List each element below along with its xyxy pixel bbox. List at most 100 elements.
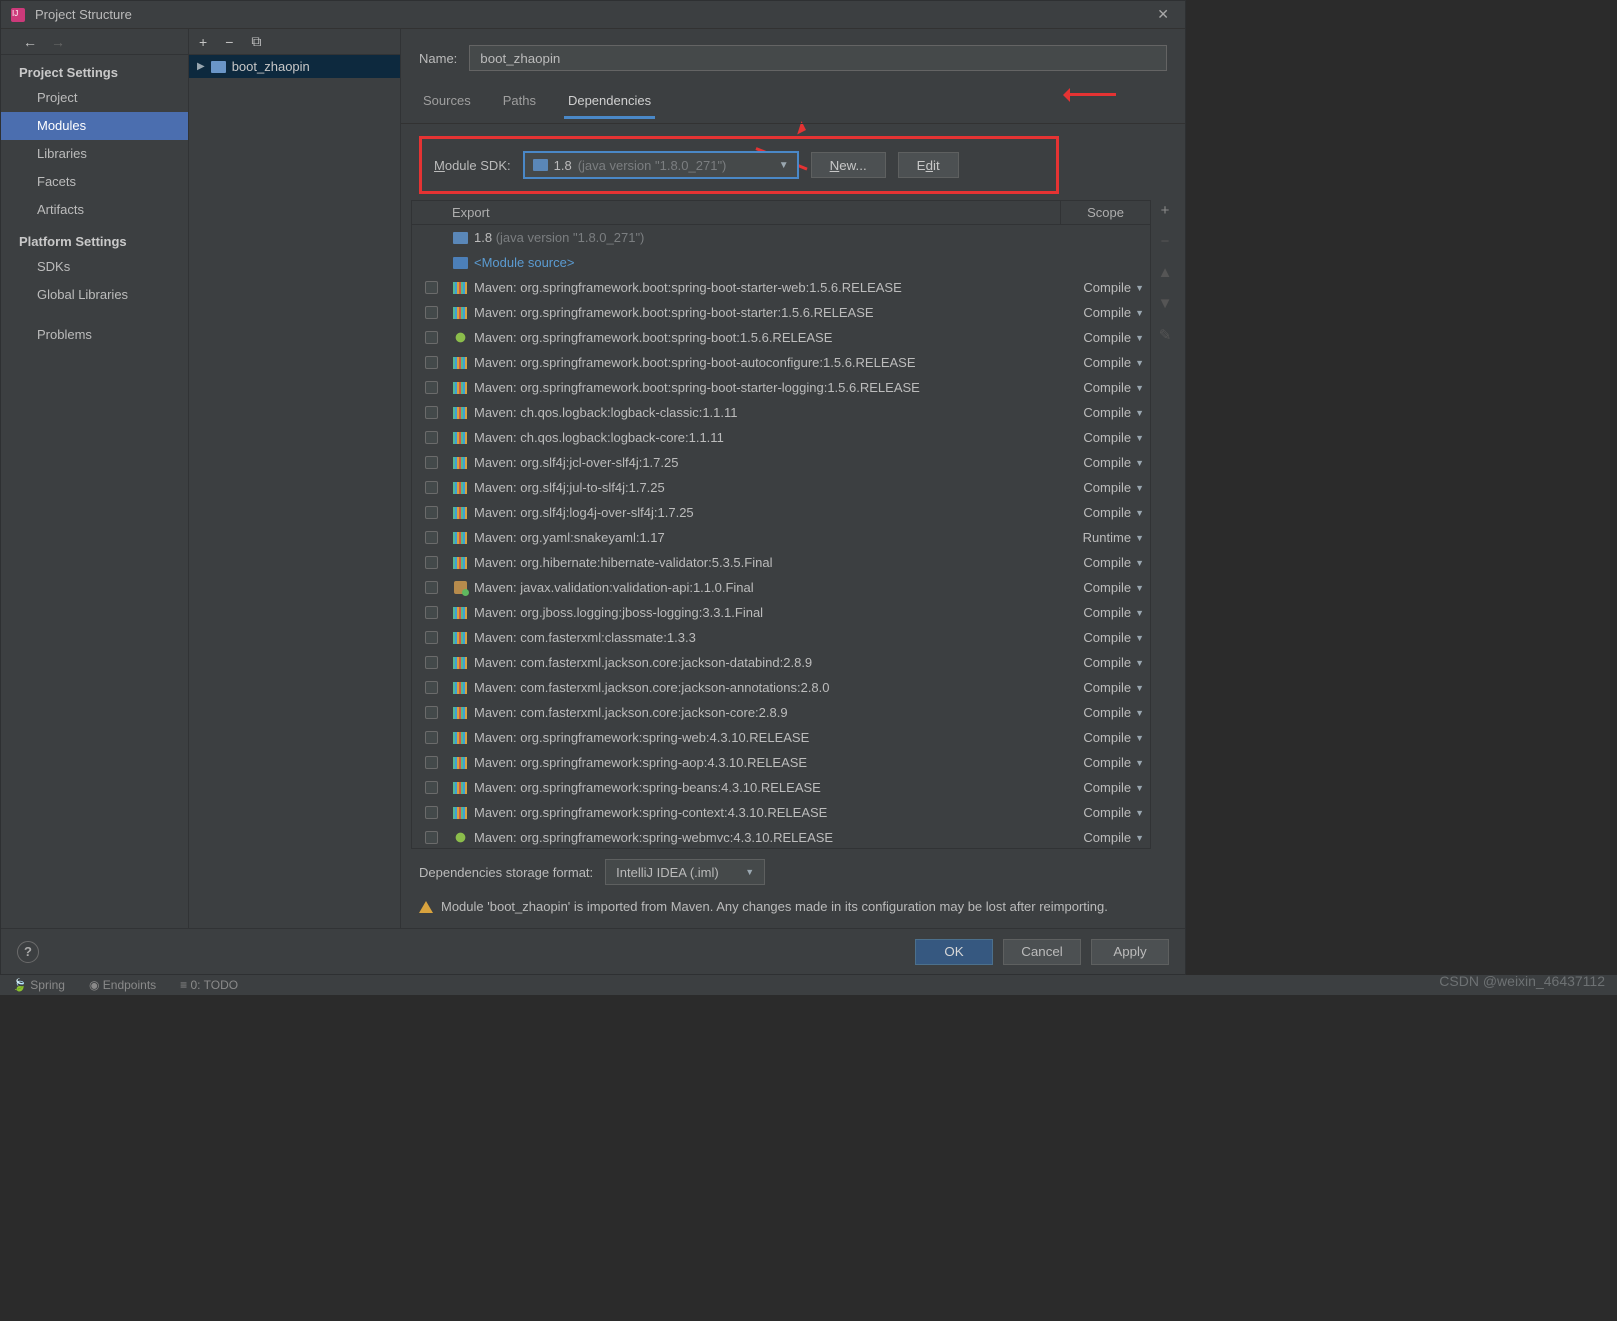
storage-format-combo[interactable]: IntelliJ IDEA (.iml) ▼: [605, 859, 765, 885]
add-module-icon[interactable]: +: [199, 34, 207, 50]
dep-row[interactable]: Maven: org.springframework:spring-beans:…: [412, 775, 1150, 800]
export-checkbox[interactable]: [425, 556, 438, 569]
dep-scope[interactable]: Compile▼: [1060, 355, 1150, 370]
dep-row[interactable]: Maven: javax.validation:validation-api:1…: [412, 575, 1150, 600]
remove-dep-icon[interactable]: −: [1161, 233, 1170, 250]
export-checkbox[interactable]: [425, 506, 438, 519]
dep-row[interactable]: Maven: org.springframework.boot:spring-b…: [412, 325, 1150, 350]
remove-module-icon[interactable]: −: [225, 34, 233, 50]
dep-row[interactable]: Maven: com.fasterxml.jackson.core:jackso…: [412, 675, 1150, 700]
help-icon[interactable]: ?: [17, 941, 39, 963]
dep-row[interactable]: Maven: org.jboss.logging:jboss-logging:3…: [412, 600, 1150, 625]
move-down-icon[interactable]: ▼: [1158, 295, 1173, 312]
dep-scope[interactable]: Compile▼: [1060, 405, 1150, 420]
copy-module-icon[interactable]: ⧉: [251, 33, 261, 50]
dep-scope[interactable]: Compile▼: [1060, 430, 1150, 445]
dep-scope[interactable]: Runtime▼: [1060, 530, 1150, 545]
dep-scope[interactable]: Compile▼: [1060, 505, 1150, 520]
dep-row[interactable]: Maven: org.slf4j:jcl-over-slf4j:1.7.25Co…: [412, 450, 1150, 475]
export-checkbox[interactable]: [425, 331, 438, 344]
export-checkbox[interactable]: [425, 756, 438, 769]
module-sdk-combo[interactable]: 1.8 (java version "1.8.0_271") ▼: [523, 151, 799, 179]
dep-scope[interactable]: Compile▼: [1060, 705, 1150, 720]
module-name-input[interactable]: [469, 45, 1167, 71]
dep-row[interactable]: Maven: com.fasterxml.jackson.core:jackso…: [412, 700, 1150, 725]
export-checkbox[interactable]: [425, 706, 438, 719]
nav-item-problems[interactable]: Problems: [1, 321, 188, 349]
dep-row[interactable]: Maven: com.fasterxml:classmate:1.3.3Comp…: [412, 625, 1150, 650]
dep-row[interactable]: Maven: org.slf4j:jul-to-slf4j:1.7.25Comp…: [412, 475, 1150, 500]
col-scope[interactable]: Scope: [1060, 201, 1150, 224]
dep-scope[interactable]: Compile▼: [1060, 755, 1150, 770]
dep-scope[interactable]: Compile▼: [1060, 455, 1150, 470]
dep-row[interactable]: Maven: org.springframework:spring-contex…: [412, 800, 1150, 825]
col-export[interactable]: Export: [450, 205, 1060, 220]
dep-row[interactable]: Maven: ch.qos.logback:logback-classic:1.…: [412, 400, 1150, 425]
dep-row[interactable]: Maven: org.springframework.boot:spring-b…: [412, 375, 1150, 400]
add-dep-icon[interactable]: +: [1161, 202, 1170, 219]
export-checkbox[interactable]: [425, 681, 438, 694]
status-spring[interactable]: Spring: [30, 978, 65, 992]
dep-row[interactable]: Maven: org.springframework.boot:spring-b…: [412, 300, 1150, 325]
dep-row[interactable]: Maven: org.hibernate:hibernate-validator…: [412, 550, 1150, 575]
status-endpoints[interactable]: Endpoints: [103, 978, 156, 992]
apply-button[interactable]: Apply: [1091, 939, 1169, 965]
dep-row[interactable]: Maven: com.fasterxml.jackson.core:jackso…: [412, 650, 1150, 675]
export-checkbox[interactable]: [425, 631, 438, 644]
dep-scope[interactable]: Compile▼: [1060, 480, 1150, 495]
dep-row[interactable]: Maven: org.yaml:snakeyaml:1.17Runtime▼: [412, 525, 1150, 550]
export-checkbox[interactable]: [425, 431, 438, 444]
dep-row[interactable]: Maven: org.springframework.boot:spring-b…: [412, 350, 1150, 375]
export-checkbox[interactable]: [425, 806, 438, 819]
expand-tri-icon[interactable]: ▶: [197, 61, 205, 72]
nav-item-modules[interactable]: Modules: [1, 112, 188, 140]
dep-scope[interactable]: Compile▼: [1060, 830, 1150, 845]
move-up-icon[interactable]: ▲: [1158, 264, 1173, 281]
new-sdk-button[interactable]: New...: [811, 152, 886, 178]
dep-scope[interactable]: Compile▼: [1060, 780, 1150, 795]
nav-item-global-libraries[interactable]: Global Libraries: [1, 281, 188, 309]
tab-dependencies[interactable]: Dependencies: [564, 87, 655, 119]
dep-scope[interactable]: Compile▼: [1060, 605, 1150, 620]
dep-row[interactable]: 1.8 (java version "1.8.0_271"): [412, 225, 1150, 250]
export-checkbox[interactable]: [425, 831, 438, 844]
dep-scope[interactable]: Compile▼: [1060, 555, 1150, 570]
export-checkbox[interactable]: [425, 731, 438, 744]
forward-arrow-icon[interactable]: →: [51, 34, 65, 50]
dep-scope[interactable]: Compile▼: [1060, 630, 1150, 645]
dep-row[interactable]: Maven: org.springframework:spring-web:4.…: [412, 725, 1150, 750]
edit-dep-icon[interactable]: ✎: [1159, 326, 1172, 344]
ok-button[interactable]: OK: [915, 939, 993, 965]
export-checkbox[interactable]: [425, 306, 438, 319]
nav-item-artifacts[interactable]: Artifacts: [1, 196, 188, 224]
nav-item-facets[interactable]: Facets: [1, 168, 188, 196]
tab-paths[interactable]: Paths: [499, 87, 540, 119]
dep-row[interactable]: <Module source>: [412, 250, 1150, 275]
dep-scope[interactable]: Compile▼: [1060, 655, 1150, 670]
nav-item-libraries[interactable]: Libraries: [1, 140, 188, 168]
dep-scope[interactable]: Compile▼: [1060, 330, 1150, 345]
status-todo[interactable]: 0: TODO: [191, 978, 239, 992]
export-checkbox[interactable]: [425, 406, 438, 419]
export-checkbox[interactable]: [425, 606, 438, 619]
export-checkbox[interactable]: [425, 381, 438, 394]
nav-item-sdks[interactable]: SDKs: [1, 253, 188, 281]
dep-row[interactable]: Maven: org.slf4j:log4j-over-slf4j:1.7.25…: [412, 500, 1150, 525]
back-arrow-icon[interactable]: ←: [23, 34, 37, 50]
close-icon[interactable]: ✕: [1151, 4, 1175, 25]
dep-scope[interactable]: Compile▼: [1060, 805, 1150, 820]
export-checkbox[interactable]: [425, 581, 438, 594]
dep-scope[interactable]: Compile▼: [1060, 305, 1150, 320]
dep-scope[interactable]: Compile▼: [1060, 280, 1150, 295]
export-checkbox[interactable]: [425, 281, 438, 294]
module-tree-item[interactable]: ▶ boot_zhaopin: [189, 55, 400, 78]
export-checkbox[interactable]: [425, 781, 438, 794]
dep-row[interactable]: Maven: org.springframework.boot:spring-b…: [412, 275, 1150, 300]
dep-scope[interactable]: Compile▼: [1060, 380, 1150, 395]
export-checkbox[interactable]: [425, 481, 438, 494]
dependencies-body[interactable]: 1.8 (java version "1.8.0_271")<Module so…: [412, 225, 1150, 848]
dep-scope[interactable]: Compile▼: [1060, 680, 1150, 695]
dep-row[interactable]: Maven: org.springframework:spring-aop:4.…: [412, 750, 1150, 775]
dep-row[interactable]: Maven: org.springframework:spring-webmvc…: [412, 825, 1150, 848]
export-checkbox[interactable]: [425, 456, 438, 469]
